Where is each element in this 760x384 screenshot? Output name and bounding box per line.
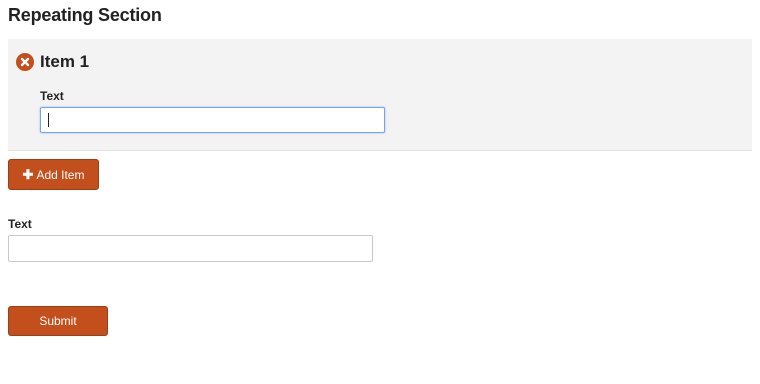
add-item-button[interactable]: ✚ Add Item — [8, 159, 99, 190]
item-text-label: Text — [40, 89, 64, 103]
text-field-label: Text — [8, 217, 32, 231]
text-input[interactable] — [8, 235, 373, 262]
item-title: Item 1 — [40, 52, 90, 71]
plus-icon: ✚ — [22, 167, 34, 182]
repeating-section-title: Repeating Section — [8, 5, 162, 25]
item-text-input[interactable] — [40, 107, 385, 133]
text-cursor — [48, 113, 49, 127]
repeat-item: Item 1 Text — [8, 39, 752, 151]
add-item-label: Add Item — [36, 168, 85, 182]
remove-item-icon[interactable] — [16, 53, 34, 71]
submit-button[interactable]: Submit — [8, 306, 108, 336]
